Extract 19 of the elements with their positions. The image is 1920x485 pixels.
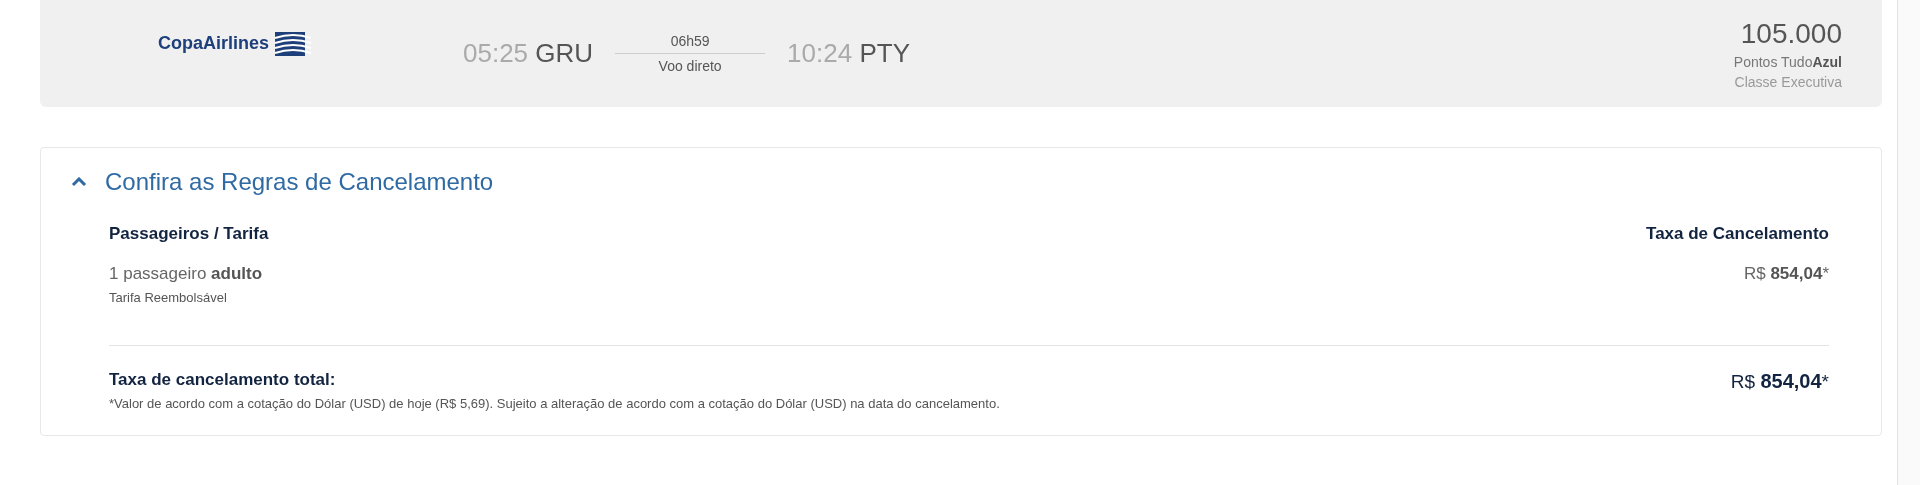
total-label: Taxa de cancelamento total: xyxy=(109,370,336,389)
exchange-note: *Valor de acordo com a cotação do Dólar (USD) de hoje (R$ 5,69). Sujeito a alteração de acordo com a cotação do Dólar (USD) na data do cancelamento. xyxy=(109,396,1000,411)
chevron-up-icon[interactable] xyxy=(71,177,87,187)
passenger-count: 1 passageiro adulto xyxy=(109,264,263,283)
accordion-title[interactable]: Confira as Regras de Cancelamento xyxy=(105,168,494,196)
flight-duration: 06h59 xyxy=(670,32,710,51)
cancellation-fee: R$ 854,04* xyxy=(1743,264,1829,284)
arrival-time: 10:24 PTY xyxy=(787,38,910,69)
column-header: Taxa de Cancelamento xyxy=(1646,224,1829,244)
fare-type: Tarifa Reembolsável xyxy=(109,290,228,305)
flight-stops: Voo direto xyxy=(658,57,722,76)
column-header: Passageiros / Tarifa xyxy=(109,224,269,244)
scrollbar-track[interactable] xyxy=(1897,0,1920,485)
total-fee: R$ 854,04* xyxy=(1730,370,1829,393)
airline-logo-text: CopaAirlines xyxy=(158,33,270,54)
departure-time: 05:25 GRU xyxy=(463,38,594,69)
cabin-class: Classe Executiva xyxy=(1734,73,1842,90)
points-price: 105.000 xyxy=(1740,17,1842,50)
points-label: Pontos TudoAzul xyxy=(1733,53,1842,70)
